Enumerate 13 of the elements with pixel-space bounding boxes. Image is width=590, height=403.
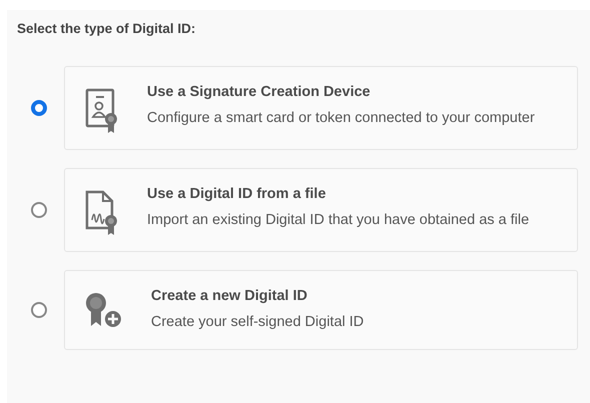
option-description: Create your self-signed Digital ID	[151, 313, 364, 332]
option-card[interactable]: Use a Digital ID from a file Import an existing Digital ID that you have obtained as a file	[64, 168, 578, 252]
option-title: Use a Signature Creation Device	[147, 83, 372, 102]
radio-button[interactable]	[31, 302, 47, 318]
section-heading: Select the type of Digital ID:	[17, 20, 197, 38]
radio-button[interactable]	[31, 100, 47, 116]
option-title: Create a new Digital ID	[151, 287, 308, 306]
option-card[interactable]: Create a new Digital ID Create your self-signed Digital ID	[64, 270, 578, 350]
option-title: Use a Digital ID from a file	[147, 185, 327, 204]
option-description: Configure a smart card or token connected to your computer	[147, 109, 535, 128]
radio-button[interactable]	[31, 202, 47, 218]
option-card[interactable]: Use a Signature Creation Device Configure a smart card or token connected to your computer	[64, 66, 578, 150]
option-description: Import an existing Digital ID that you have obtained as a file	[147, 211, 530, 230]
